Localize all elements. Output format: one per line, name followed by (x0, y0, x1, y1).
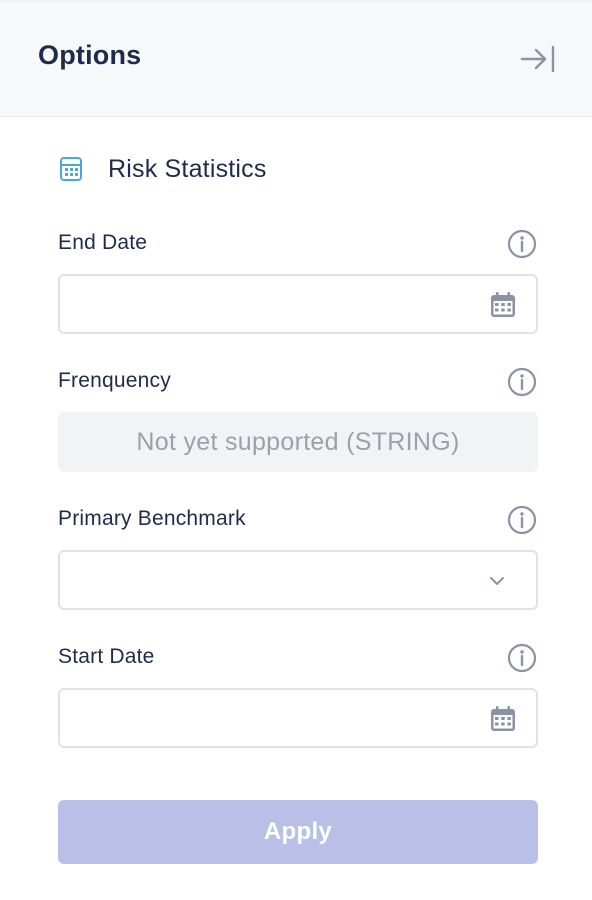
collapse-right-icon (520, 45, 555, 73)
options-panel: Options Risk Statistics End Date Frenque… (0, 0, 592, 900)
start-date-input[interactable] (74, 690, 474, 746)
end-date-label: End Date (58, 231, 148, 254)
panel-header: Options (0, 0, 592, 117)
primary-benchmark-label: Primary Benchmark (58, 507, 246, 530)
calculator-icon (58, 154, 84, 184)
apply-button[interactable]: Apply (58, 800, 538, 864)
primary-benchmark-select[interactable] (58, 550, 538, 610)
info-icon[interactable] (505, 365, 539, 399)
section-header: Risk Statistics (58, 152, 267, 186)
start-date-label: Start Date (58, 645, 155, 668)
section-title: Risk Statistics (108, 154, 267, 183)
calendar-icon[interactable] (488, 704, 518, 734)
start-date-field[interactable] (58, 688, 538, 748)
frequency-unsupported-notice: Not yet supported (STRING) (58, 412, 538, 472)
info-icon[interactable] (505, 503, 539, 537)
info-icon[interactable] (505, 227, 539, 261)
chevron-down-icon (486, 570, 508, 592)
calendar-icon[interactable] (488, 290, 518, 320)
frequency-label: Frenquency (58, 369, 171, 392)
end-date-field[interactable] (58, 274, 538, 334)
collapse-panel-button[interactable] (518, 42, 558, 76)
end-date-input[interactable] (74, 276, 474, 332)
panel-title: Options (38, 40, 142, 70)
info-icon[interactable] (505, 641, 539, 675)
